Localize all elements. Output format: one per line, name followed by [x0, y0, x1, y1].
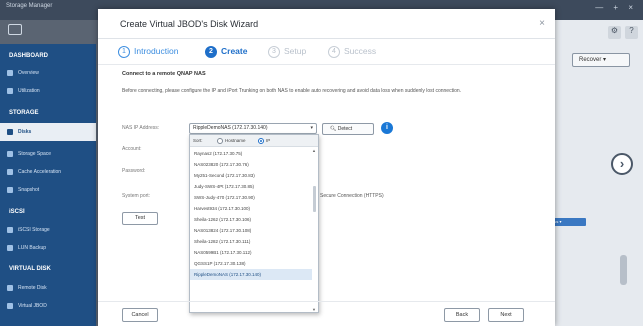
- dropdown-option[interactable]: Sheila-1282 (172.17.30.111): [190, 236, 312, 247]
- sidebar-item-cache-acceleration[interactable]: Cache Acceleration: [0, 163, 96, 181]
- wizard-header: Create Virtual JBOD's Disk Wizard ×: [98, 9, 555, 39]
- nas-ip-select[interactable]: RippleDemoNAS (172.17.30.140) ▾: [189, 123, 317, 134]
- close-icon[interactable]: ×: [539, 18, 545, 29]
- divider: [98, 64, 555, 65]
- storage-space-icon: [7, 151, 13, 157]
- info-icon[interactable]: i: [381, 122, 393, 134]
- virtual-jbod-icon: [7, 303, 13, 309]
- iscsi-icon: [7, 227, 13, 233]
- sidebar: DASHBOARD Overview Utilization STORAGE D…: [0, 44, 96, 326]
- sort-bar: Sort: Hostname IP: [190, 135, 318, 147]
- utilization-icon: [7, 88, 13, 94]
- help-icon[interactable]: ?: [625, 26, 638, 39]
- sort-label: Sort:: [193, 138, 203, 143]
- dropdown-option[interactable]: My251-Second (172.17.30.83): [190, 170, 312, 181]
- remote-disk-icon: [7, 285, 13, 291]
- section-title: Connect to a remote QNAP NAS: [122, 71, 206, 77]
- chevron-right-icon[interactable]: ›: [611, 153, 633, 175]
- nas-ip-label: NAS IP Address:: [122, 125, 160, 131]
- sidebar-heading-virtual-disk: VIRTUAL DISK: [9, 266, 51, 272]
- dropdown-option[interactable]: Raynas2 (172.17.30.75): [190, 148, 312, 159]
- step-create: 2 Create: [205, 42, 247, 60]
- nas-ip-dropdown: Sort: Hostname IP Raynas2 (172.17.30.75)…: [189, 134, 319, 313]
- sort-hostname-label: Hostname: [225, 138, 246, 143]
- scroll-down-icon[interactable]: ▼: [312, 307, 316, 312]
- dropdown-option[interactable]: RippleDemoNAS (172.17.30.140): [190, 269, 312, 280]
- sidebar-heading-dashboard: DASHBOARD: [9, 53, 48, 59]
- overview-icon: [7, 70, 13, 76]
- app-title: Storage Manager: [6, 3, 53, 9]
- detect-button[interactable]: 🔍︎ Detect: [322, 123, 374, 135]
- sidebar-item-utilization[interactable]: Utilization: [0, 82, 96, 100]
- wizard-title: Create Virtual JBOD's Disk Wizard: [120, 19, 259, 29]
- scrollbar[interactable]: ▲ ▼: [312, 148, 317, 312]
- sidebar-item-disks[interactable]: Disks: [0, 123, 96, 141]
- search-icon: 🔍︎: [330, 126, 337, 132]
- dropdown-option[interactable]: Judy-SWS-4Pt (172.17.30.85): [190, 181, 312, 192]
- next-button[interactable]: Next: [488, 308, 524, 322]
- description-text: Before connecting, please configure the …: [122, 88, 462, 94]
- dropdown-list: Raynas2 (172.17.30.75) NAS023820 (172.17.…: [190, 148, 312, 280]
- cache-icon: [7, 169, 13, 175]
- dropdown-option[interactable]: SWS-Judy-470 (172.17.30.90): [190, 192, 312, 203]
- sort-ip-radio[interactable]: [258, 138, 264, 144]
- recover-button[interactable]: Recover ▾: [572, 53, 630, 67]
- sort-hostname-radio[interactable]: [217, 138, 223, 144]
- account-label: Account:: [122, 146, 142, 152]
- chevron-down-icon: ▾: [310, 125, 313, 131]
- sidebar-item-snapshot[interactable]: Snapshot: [0, 181, 96, 199]
- sidebar-item-virtual-jbod[interactable]: Virtual JBOD: [0, 297, 96, 315]
- step-introduction: 1 Introduction: [118, 42, 178, 60]
- sidebar-heading-iscsi: iSCSI: [9, 209, 25, 215]
- dropdown-option[interactable]: NAS0599B1 (172.17.30.112): [190, 247, 312, 258]
- test-button[interactable]: Test: [122, 212, 158, 225]
- snapshot-icon: [7, 187, 13, 193]
- dropdown-option[interactable]: Sheila-1262 (172.17.30.106): [190, 214, 312, 225]
- dropdown-option[interactable]: Harvest934 (172.17.30.100): [190, 203, 312, 214]
- step-setup: 3 Setup: [268, 42, 306, 60]
- scrollbar[interactable]: [620, 255, 627, 285]
- disks-icon: [7, 129, 13, 135]
- cancel-button[interactable]: Cancel: [122, 308, 158, 322]
- sidebar-item-storage-space[interactable]: Storage Space: [0, 145, 96, 163]
- dropdown-option[interactable]: NAS013824 (172.17.30.108): [190, 225, 312, 236]
- step-success: 4 Success: [328, 42, 376, 60]
- sidebar-heading-storage: STORAGE: [9, 110, 39, 116]
- secure-connection-label[interactable]: Secure Connection (HTTPS): [320, 193, 384, 199]
- sidebar-item-lun-backup[interactable]: LUN Backup: [0, 239, 96, 257]
- gear-icon[interactable]: ⚙: [608, 26, 621, 39]
- scroll-up-icon[interactable]: ▲: [312, 148, 316, 153]
- scroll-thumb[interactable]: [313, 186, 316, 212]
- password-label: Password:: [122, 168, 146, 174]
- back-button[interactable]: Back: [444, 308, 480, 322]
- dropdown-option[interactable]: QGSS1P (172.17.30.138): [190, 258, 312, 269]
- dropdown-option[interactable]: NAS023820 (172.17.30.76): [190, 159, 312, 170]
- sidebar-item-overview[interactable]: Overview: [0, 64, 96, 82]
- system-port-label: System port:: [122, 193, 151, 199]
- sidebar-item-iscsi-storage[interactable]: iSCSI Storage: [0, 221, 96, 239]
- divider: [98, 301, 555, 302]
- sort-ip-label: IP: [266, 138, 271, 143]
- window-controls[interactable]: — + ×: [595, 3, 637, 12]
- sidebar-item-remote-disk[interactable]: Remote Disk: [0, 279, 96, 297]
- nas-ip-selected-value: RippleDemoNAS (172.17.30.140): [193, 125, 268, 131]
- wizard-dialog: Create Virtual JBOD's Disk Wizard × 1 Int…: [98, 9, 555, 326]
- storage-icon: [8, 24, 22, 35]
- lun-backup-icon: [7, 245, 13, 251]
